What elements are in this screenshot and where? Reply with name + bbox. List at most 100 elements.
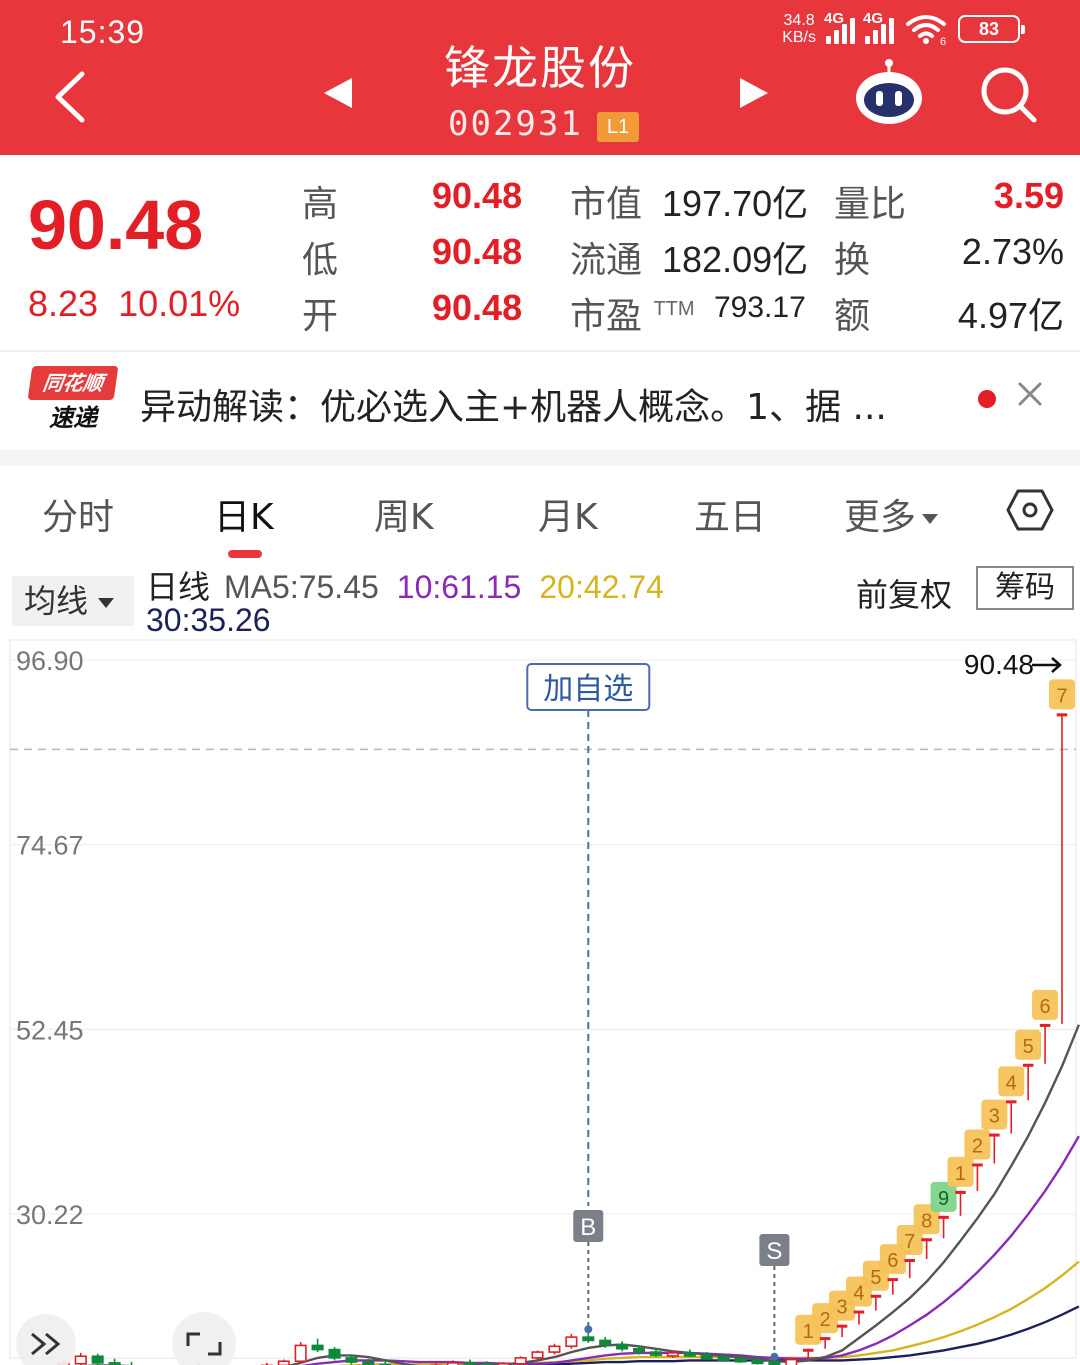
limit-up-candle [989,1133,1000,1137]
limit-up-count: 2 [820,1309,831,1331]
limit-up-candle [938,1215,949,1219]
app-header: 15:39 34.8 KB/s 4G 4G 6 83 锋龙股份 002931 L… [0,0,1080,155]
candle-body [582,1336,595,1342]
stock-code: 002931 [448,104,583,144]
ma30-value: 30:35.26 [146,602,271,638]
candle-body [751,1359,764,1365]
y-tick-label: 52.45 [16,1015,84,1045]
pe-label: 市盈 TTM [570,296,695,337]
news-ticker[interactable]: 同花顺 速递 异动解读：优必选入主+机器人概念。1、据 ... [0,352,1080,450]
limit-up-count: 7 [1056,685,1067,707]
limit-up-count: 1 [803,1321,814,1343]
candle-body [294,1344,307,1363]
candle-body [700,1354,713,1360]
status-icons: 34.8 KB/s 4G 4G 6 83 [782,10,1025,46]
stock-name: 锋龙股份 [444,41,636,95]
ma20-value: 20:42.74 [539,569,664,605]
amount-value: 4.97亿 [957,295,1064,336]
limit-up-count: 6 [1040,996,1051,1018]
news-logo: 同花顺 速递 [27,366,119,436]
y-tick-label: 74.67 [16,831,84,861]
limit-up-candle [853,1310,865,1314]
active-tab-indicator [228,550,262,558]
high-label: 高 [302,184,339,225]
candle-body [649,1351,663,1356]
add-watch-label[interactable]: 加自选 [543,672,633,707]
turnover-value: 2.73% [961,231,1064,272]
candle-body [514,1357,527,1365]
limit-up-count: 3 [989,1106,1000,1128]
back-arrow-icon[interactable] [50,70,90,124]
candle-body [683,1352,696,1357]
limit-up-candle [870,1294,882,1298]
limit-up-candle [972,1163,983,1167]
next-stock-icon[interactable] [738,76,770,110]
level-badge[interactable]: L1 [597,112,639,142]
limit-up-count: 7 [904,1231,915,1253]
wifi-icon: 6 [906,15,946,46]
tab-monthly-k[interactable]: 月K [538,488,598,540]
tab-more[interactable]: 更多 [844,488,939,540]
limit-up-count: 4 [853,1283,864,1305]
tab-daily-k[interactable]: 日K [214,488,274,540]
y-tick-label: 30.22 [16,1200,84,1230]
candle-body [91,1355,104,1364]
net-speed: 34.8 KB/s [782,12,816,46]
float-label: 流通 [570,240,643,281]
chevron-down-icon [922,514,939,524]
limit-up-count: 6 [887,1250,898,1272]
limit-up-candle [1039,1023,1051,1027]
open-label: 开 [302,296,339,337]
candle-body [311,1344,324,1351]
limit-up-candle [921,1238,932,1242]
float-value: 182.09亿 [662,239,809,280]
candle-body [599,1339,612,1346]
robot-assistant-icon[interactable] [852,58,926,128]
limit-up-count: 5 [1023,1036,1034,1058]
tab-weekly-k[interactable]: 周K [374,488,434,540]
candle-body [74,1355,87,1365]
limit-up-candle [887,1278,899,1282]
limit-up-candle [955,1190,966,1194]
y-tick-label: 96.90 [16,646,84,676]
limit-up-count: 8 [921,1210,932,1232]
vol-ratio-value: 3.59 [993,175,1064,216]
candle-body [531,1351,544,1359]
signal-icon-2: 4G [863,10,894,44]
limit-up-candle [1022,1063,1034,1067]
candle-body [548,1345,561,1353]
marker-dot [770,1352,779,1361]
limit-up-candle [836,1324,848,1328]
candle-body [345,1357,358,1363]
chevron-down-icon [98,598,115,608]
mcap-value: 197.70亿 [662,183,809,224]
buy-marker-label: B [580,1214,596,1241]
last-price-tag: 90.48 [964,649,1034,680]
high-value: 90.48 [432,175,523,216]
candle-body [666,1352,679,1357]
search-icon[interactable] [978,64,1038,124]
quote-panel: 90.48 8.23 10.01% 高 低 开 90.48 90.48 90.4… [0,155,1080,350]
indicator-select[interactable]: 均线 [12,576,134,626]
tab-five-day[interactable]: 五日 [694,488,766,540]
sell-marker-label: S [766,1238,782,1265]
news-headline[interactable]: 异动解读：优必选入主+机器人概念。1、据 ... [140,378,950,430]
adjust-mode[interactable]: 前复权 [856,570,952,616]
close-icon[interactable] [1014,378,1046,410]
chips-button[interactable]: 筹码 [976,566,1074,610]
prev-stock-icon[interactable] [322,76,354,110]
settings-icon[interactable] [1006,488,1054,532]
ma-readout-2: 30:35.26 [146,602,271,639]
tab-intraday[interactable]: 分时 [42,488,114,540]
candle-body [785,1358,798,1365]
ma5-value: MA5:75.45 [224,569,379,605]
unread-dot [978,390,996,408]
mcap-label: 市值 [570,184,643,225]
limit-up-count: 4 [1006,1072,1017,1094]
low-label: 低 [302,240,339,281]
turnover-label: 换 [834,240,871,281]
limit-up-candle [1006,1100,1017,1104]
kline-chart[interactable]: 96.9074.6752.4530.2290.48加自选123456789123… [0,636,1080,1365]
ma10-value: 10:61.15 [396,569,522,605]
limit-up-candle [1056,713,1068,717]
